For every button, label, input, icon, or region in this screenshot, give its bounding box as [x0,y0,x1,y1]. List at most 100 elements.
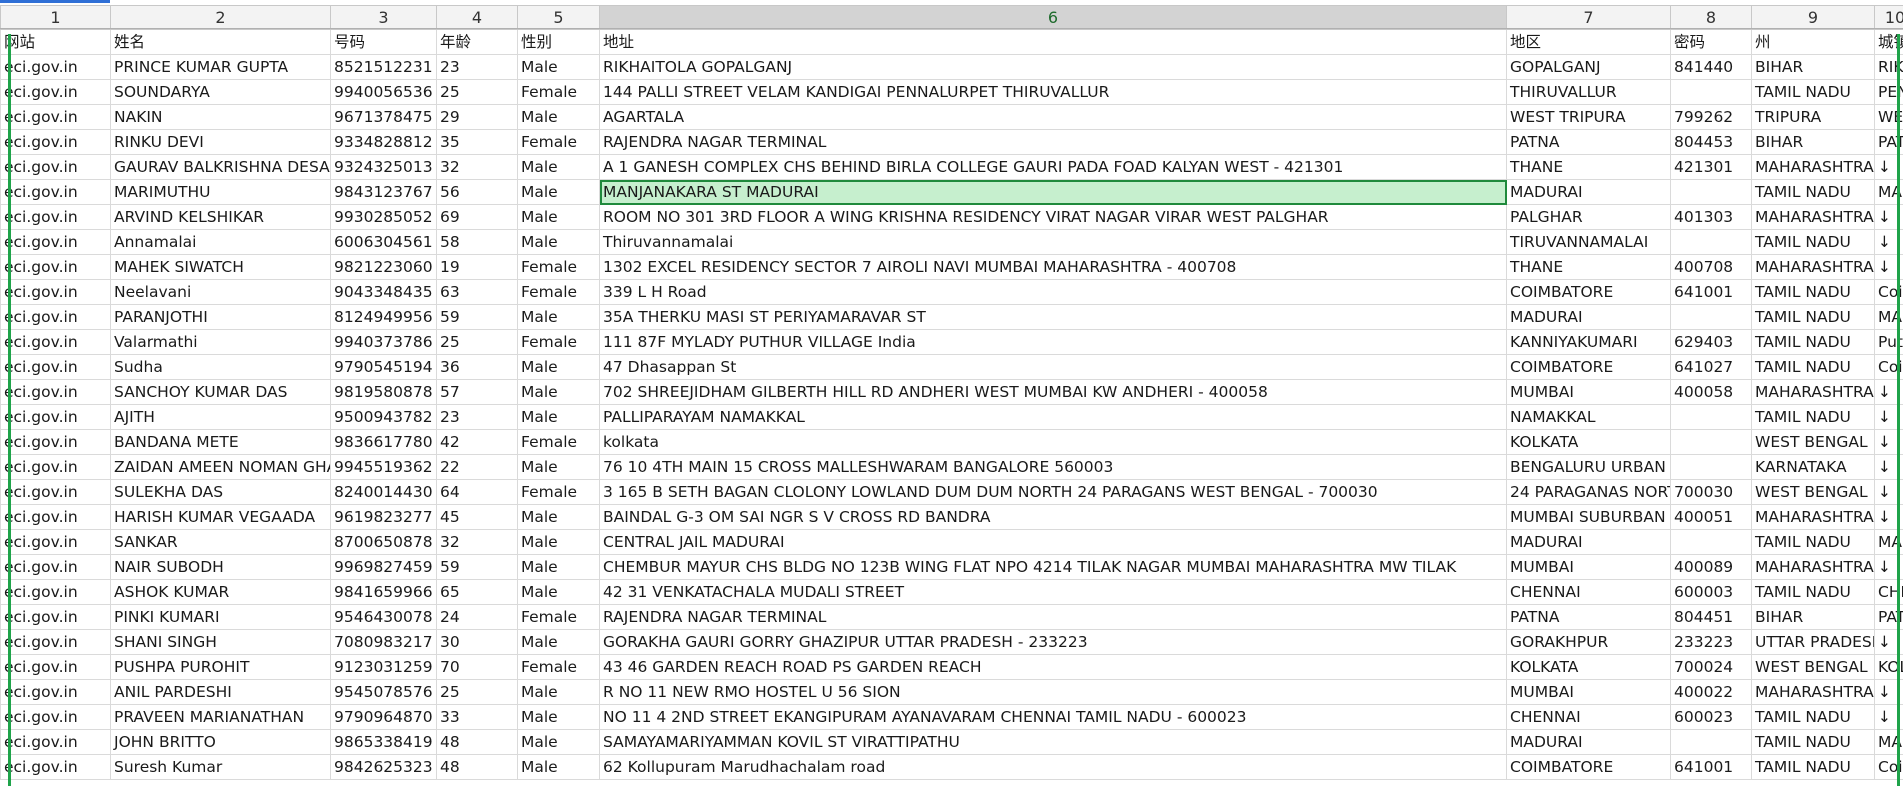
table-cell[interactable]: 9790964870 [331,705,437,730]
table-cell[interactable]: 841440 [1671,55,1752,80]
table-cell[interactable]: 600023 [1671,705,1752,730]
table-cell[interactable]: 57 [437,380,518,405]
table-cell[interactable]: Female [518,430,600,455]
table-cell[interactable]: 35 [437,130,518,155]
table-cell[interactable]: eci.gov.in [1,755,111,780]
table-cell[interactable]: 400708 [1671,255,1752,280]
table-cell[interactable]: SOUNDARYA [111,80,331,105]
table-cell[interactable]: ARVIND KELSHIKAR [111,205,331,230]
table-cell[interactable]: RINKU DEVI [111,130,331,155]
table-cell[interactable]: 233223 [1671,630,1752,655]
table-cell[interactable] [1671,430,1752,455]
table-cell[interactable]: Valarmathi [111,330,331,355]
table-cell[interactable]: NAIR SUBODH [111,555,331,580]
table-cell[interactable]: 9545078576 [331,680,437,705]
table-cell[interactable]: MAHARASHTRA [1752,155,1875,180]
table-cell[interactable]: Sudha [111,355,331,380]
table-cell[interactable]: 22 [437,455,518,480]
table-cell[interactable]: Male [518,230,600,255]
table-cell[interactable]: 30 [437,630,518,655]
table-cell[interactable]: WEST TRIPURA [1507,105,1671,130]
table-cell[interactable]: PUSHPA PUROHIT [111,655,331,680]
table-cell[interactable]: eci.gov.in [1,430,111,455]
table-cell[interactable]: 401303 [1671,205,1752,230]
table-cell[interactable]: 32 [437,530,518,555]
table-cell[interactable] [1671,405,1752,430]
table-cell[interactable]: 799262 [1671,105,1752,130]
table-cell[interactable]: TAMIL NADU [1752,405,1875,430]
table-cell[interactable]: GORAKHPUR [1507,630,1671,655]
table-cell[interactable]: BENGALURU URBAN [1507,455,1671,480]
table-cell[interactable]: TAMIL NADU [1752,330,1875,355]
table-cell[interactable]: TAMIL NADU [1752,705,1875,730]
table-cell[interactable]: TRIPURA [1752,105,1875,130]
table-cell[interactable]: MAHARASHTRA [1752,680,1875,705]
table-cell[interactable]: eci.gov.in [1,180,111,205]
table-cell[interactable]: 400051 [1671,505,1752,530]
column-header-7[interactable]: 7 [1507,6,1671,30]
table-cell[interactable]: JOHN BRITTO [111,730,331,755]
table-cell[interactable] [1671,305,1752,330]
table-cell[interactable]: 1302 EXCEL RESIDENCY SECTOR 7 AIROLI NAV… [600,255,1507,280]
table-cell[interactable] [1671,530,1752,555]
table-cell[interactable]: 8240014430 [331,480,437,505]
table-cell[interactable]: KOLKATA [1507,655,1671,680]
table-cell[interactable]: SULEKHA DAS [111,480,331,505]
table-cell[interactable]: eci.gov.in [1,630,111,655]
table-cell[interactable]: 69 [437,205,518,230]
table-cell[interactable]: TAMIL NADU [1752,730,1875,755]
table-cell[interactable]: AJITH [111,405,331,430]
table-cell[interactable]: AGARTALA [600,105,1507,130]
table-cell[interactable]: eci.gov.in [1,155,111,180]
table-cell[interactable]: Male [518,405,600,430]
table-cell[interactable]: ASHOK KUMAR [111,580,331,605]
table-cell[interactable]: KARNATAKA [1752,455,1875,480]
table-cell[interactable]: MUMBAI SUBURBAN [1507,505,1671,530]
table-cell[interactable]: Female [518,255,600,280]
table-cell[interactable]: eci.gov.in [1,705,111,730]
table-cell[interactable]: 9324325013 [331,155,437,180]
table-cell[interactable]: 29 [437,105,518,130]
table-cell[interactable]: 8521512231 [331,55,437,80]
table-cell[interactable]: 804451 [1671,605,1752,630]
table-cell[interactable]: 9821223060 [331,255,437,280]
table-cell[interactable]: Annamalai [111,230,331,255]
table-cell[interactable]: 65 [437,580,518,605]
table-cell[interactable]: Male [518,205,600,230]
table-cell[interactable]: 24 [437,605,518,630]
table-cell[interactable]: PRAVEEN MARIANATHAN [111,705,331,730]
table-cell[interactable]: 35A THERKU MASI ST PERIYAMARAVAR ST [600,305,1507,330]
table-cell[interactable]: RAJENDRA NAGAR TERMINAL [600,130,1507,155]
column-header-9[interactable]: 9 [1752,6,1875,30]
table-cell[interactable]: 19 [437,255,518,280]
table-cell[interactable]: eci.gov.in [1,280,111,305]
table-cell[interactable]: 702 SHREEJIDHAM GILBERTH HILL RD ANDHERI… [600,380,1507,405]
table-cell[interactable]: 23 [437,55,518,80]
table-cell[interactable]: MUMBAI [1507,680,1671,705]
table-cell[interactable]: COIMBATORE [1507,355,1671,380]
field-header-cell[interactable]: 州 [1752,30,1875,55]
table-cell[interactable]: 144 PALLI STREET VELAM KANDIGAI PENNALUR… [600,80,1507,105]
table-cell[interactable]: ANIL PARDESHI [111,680,331,705]
table-cell[interactable]: 43 46 GARDEN REACH ROAD PS GARDEN REACH [600,655,1507,680]
table-cell[interactable]: PALLIPARAYAM NAMAKKAL [600,405,1507,430]
table-cell[interactable]: 9790545194 [331,355,437,380]
table-cell[interactable]: kolkata [600,430,1507,455]
table-cell[interactable]: TAMIL NADU [1752,530,1875,555]
table-cell[interactable]: PATNA [1507,130,1671,155]
table-cell[interactable]: 24 PARAGANAS NORTH [1507,480,1671,505]
table-cell[interactable]: 9043348435 [331,280,437,305]
table-cell[interactable]: 641027 [1671,355,1752,380]
table-cell[interactable]: 25 [437,680,518,705]
table-cell[interactable]: MAHARASHTRA [1752,255,1875,280]
table-cell[interactable]: Female [518,480,600,505]
table-cell[interactable]: SHANI SINGH [111,630,331,655]
table-cell[interactable]: NAKIN [111,105,331,130]
table-cell[interactable]: WEST BENGAL [1752,480,1875,505]
table-cell[interactable]: THANE [1507,155,1671,180]
table-cell[interactable]: RIKHAITOLA GOPALGANJ [600,55,1507,80]
table-cell[interactable]: MAHARASHTRA [1752,205,1875,230]
table-cell[interactable]: 7080983217 [331,630,437,655]
table-cell[interactable]: 36 [437,355,518,380]
table-cell[interactable]: Male [518,630,600,655]
